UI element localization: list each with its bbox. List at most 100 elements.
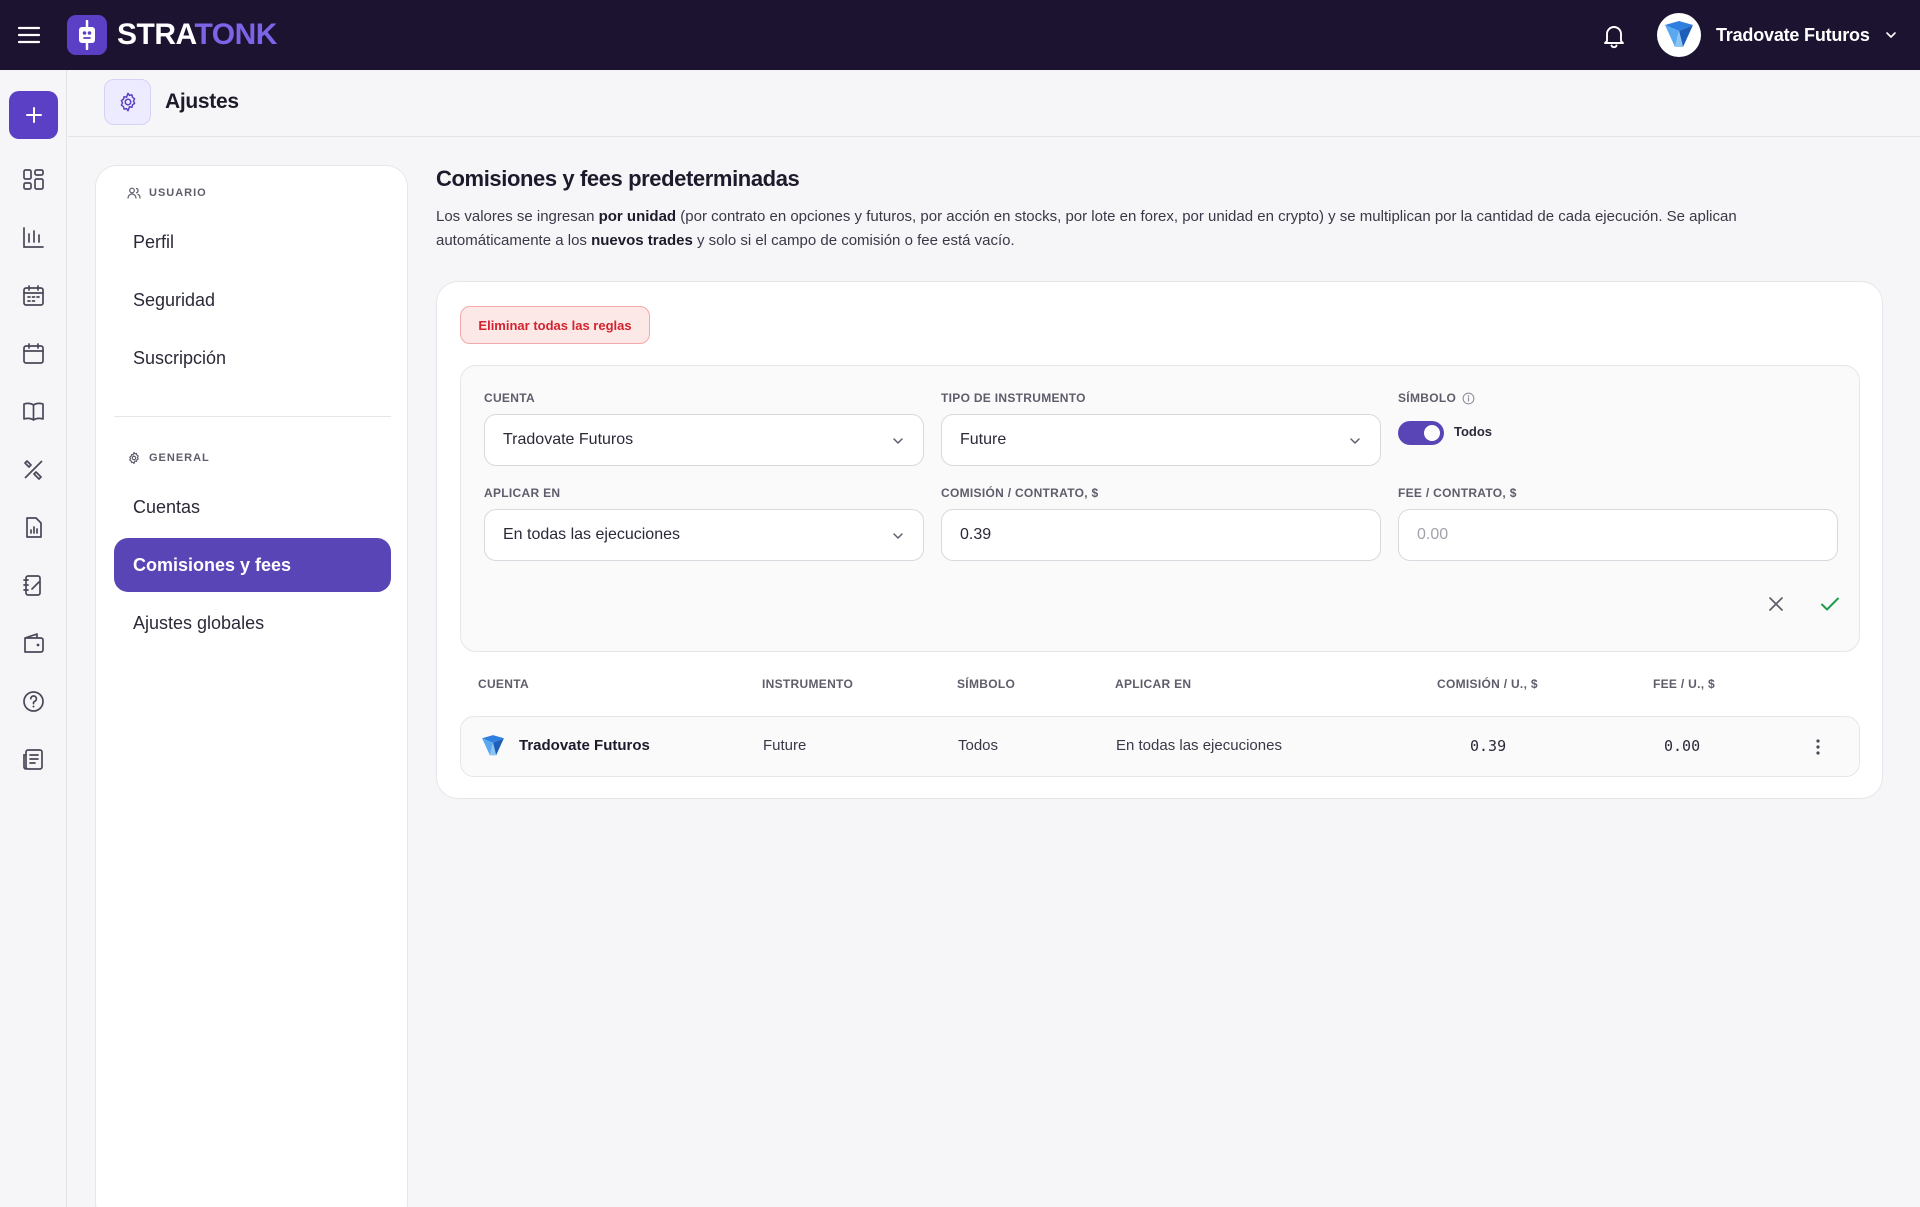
users-icon (127, 187, 141, 199)
fee-input[interactable] (1417, 526, 1837, 544)
column-header-account: CUENTA (478, 677, 529, 691)
tradovate-logo-icon (482, 735, 504, 756)
help-icon[interactable] (21, 689, 46, 714)
fee-label: FEE / CONTRATO, $ (1398, 486, 1517, 500)
plus-icon (25, 107, 42, 123)
logo-mark-icon (67, 15, 107, 55)
cell-instrument: Future (763, 737, 807, 754)
commission-label: COMISIÓN / CONTRATO, $ (941, 486, 1099, 500)
nav-item-seguridad[interactable]: Seguridad (114, 273, 391, 327)
gear-icon (129, 451, 139, 465)
fee-field[interactable] (1398, 509, 1838, 561)
symbol-label: SÍMBOLO (1398, 391, 1475, 405)
symbol-all-toggle[interactable] (1398, 421, 1444, 445)
nav-item-ajustes-globales[interactable]: Ajustes globales (114, 596, 391, 650)
nav-section-user: USUARIO (127, 186, 207, 200)
cell-fee: 0.00 (1664, 737, 1701, 755)
logo-text-part1: STRA (117, 18, 195, 51)
nav-item-suscripcion[interactable]: Suscripción (114, 331, 391, 385)
report-icon[interactable] (21, 515, 46, 540)
apply-label: APLICAR EN (484, 486, 561, 500)
settings-nav: USUARIO Perfil Seguridad Suscripción GEN… (95, 165, 408, 1207)
avatar (1657, 13, 1701, 57)
cell-apply: En todas las ejecuciones (1116, 737, 1282, 754)
symbol-toggle-label: Todos (1454, 424, 1493, 439)
page-title: Ajustes (165, 90, 239, 113)
cancel-icon[interactable] (1765, 593, 1787, 615)
symbol-label-text: SÍMBOLO (1398, 391, 1457, 405)
account-select[interactable]: Tradovate Futuros (484, 414, 924, 466)
account-label: CUENTA (484, 391, 535, 405)
confirm-check-icon[interactable] (1819, 593, 1841, 615)
news-icon[interactable] (21, 747, 46, 772)
calendar-grid-icon[interactable] (21, 283, 46, 308)
journal-icon[interactable] (21, 573, 46, 598)
desc-emphasis: nuevos trades (591, 232, 693, 249)
add-button[interactable] (9, 91, 58, 139)
instrument-select[interactable]: Future (941, 414, 1381, 466)
chevron-down-icon (893, 438, 903, 444)
section-description: Los valores se ingresan por unidad (por … (436, 205, 1796, 253)
section-title: Comisiones y fees predeterminadas (436, 166, 800, 191)
column-header-instrument: INSTRUMENTO (762, 677, 854, 691)
column-header-apply: APLICAR EN (1115, 677, 1192, 691)
user-name: Tradovate Futuros (1716, 24, 1870, 45)
cell-commission: 0.39 (1470, 737, 1507, 755)
table-row[interactable]: Tradovate Futuros Future Todos En todas … (460, 716, 1860, 777)
nav-divider (114, 416, 391, 417)
desc-part: Los valores se ingresan (436, 208, 599, 225)
nav-section-general-label: GENERAL (149, 452, 210, 464)
menu-icon[interactable] (16, 22, 42, 48)
nav-item-label: Perfil (133, 231, 175, 252)
nav-item-comisiones[interactable]: Comisiones y fees (114, 538, 391, 592)
chevron-down-icon (893, 533, 903, 539)
logo-text: STRATONK (117, 18, 277, 52)
calendar-icon[interactable] (21, 341, 46, 366)
info-icon[interactable] (1462, 392, 1475, 405)
instrument-label: TIPO DE INSTRUMENTO (941, 391, 1086, 405)
nav-item-label: Ajustes globales (133, 612, 265, 633)
chart-icon[interactable] (21, 225, 46, 250)
instrument-select-value: Future (960, 431, 1007, 448)
nav-item-label: Seguridad (133, 289, 216, 310)
nav-section-general: GENERAL (127, 451, 210, 465)
delete-all-rules-button[interactable]: Eliminar todas las reglas (460, 306, 650, 344)
nav-item-label: Comisiones y fees (133, 554, 292, 575)
nav-section-user-label: USUARIO (149, 187, 207, 199)
column-header-fee: FEE / U., $ (1653, 677, 1715, 691)
more-options-icon[interactable] (1815, 736, 1821, 758)
cell-account: Tradovate Futuros (519, 737, 650, 754)
user-menu[interactable]: Tradovate Futuros (1657, 13, 1898, 57)
nav-item-cuentas[interactable]: Cuentas (114, 480, 391, 534)
gear-icon (120, 92, 135, 112)
top-bar: STRATONK Tradovate Futuros (0, 0, 1920, 70)
page-header: Ajustes (68, 70, 1920, 137)
nav-item-label: Cuentas (133, 496, 201, 517)
chevron-down-icon (1350, 438, 1360, 444)
chevron-down-icon (1885, 32, 1896, 38)
cell-symbol: Todos (958, 737, 999, 754)
app-logo[interactable]: STRATONK (67, 15, 277, 55)
rules-card: Eliminar todas las reglas CUENTA Tradova… (436, 281, 1883, 799)
account-select-value: Tradovate Futuros (503, 431, 634, 448)
commission-field[interactable] (941, 509, 1381, 561)
column-header-commission: COMISIÓN / U., $ (1437, 677, 1538, 691)
desc-emphasis: por unidad (598, 208, 677, 225)
commission-input[interactable] (960, 526, 1380, 544)
apply-select[interactable]: En todas las ejecuciones (484, 509, 924, 561)
tradovate-logo-icon (1665, 21, 1693, 47)
wallet-icon[interactable] (21, 631, 46, 656)
tools-icon[interactable] (21, 457, 46, 482)
settings-button[interactable] (104, 79, 151, 125)
book-icon[interactable] (21, 399, 46, 424)
logo-text-part2: TONK (194, 18, 277, 51)
apply-select-value: En todas las ejecuciones (503, 526, 680, 543)
column-header-symbol: SÍMBOLO (957, 677, 1016, 691)
desc-part: y solo si el campo de comisión o fee est… (692, 232, 1015, 249)
dashboard-icon[interactable] (21, 167, 46, 192)
left-rail (0, 70, 67, 1207)
bell-icon[interactable] (1600, 22, 1628, 50)
nav-item-perfil[interactable]: Perfil (114, 215, 391, 269)
rule-form: CUENTA Tradovate Futuros TIPO DE INSTRUM… (460, 365, 1860, 652)
nav-item-label: Suscripción (133, 347, 227, 368)
